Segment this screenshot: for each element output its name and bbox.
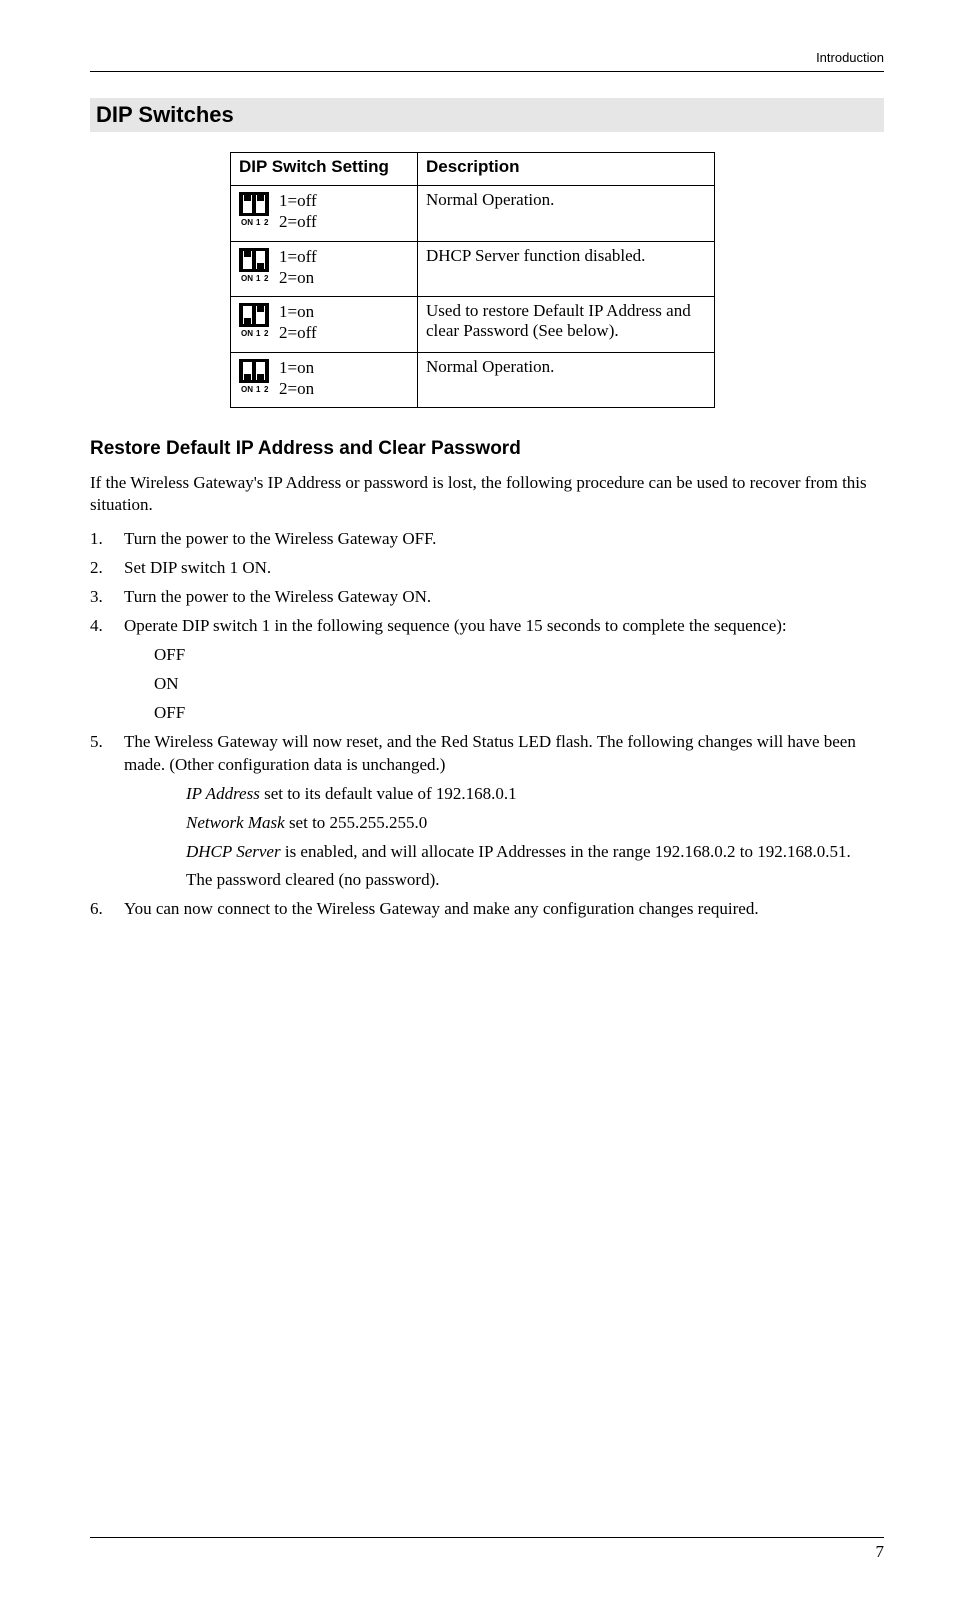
list-item: 2.Set DIP switch 1 ON. — [90, 557, 884, 580]
svg-text:2: 2 — [264, 385, 269, 393]
sub-heading: Restore Default IP Address and Clear Pas… — [90, 438, 884, 460]
setting-cell: ON 1 2 1=off 2=on — [231, 241, 418, 297]
dip-switch-icon: ON 1 2 — [239, 248, 269, 282]
setting-cell: ON 1 2 1=off 2=off — [231, 186, 418, 242]
list-item: 4.Operate DIP switch 1 in the following … — [90, 615, 884, 638]
step-text: Set DIP switch 1 ON. — [124, 557, 271, 580]
step-text: Operate DIP switch 1 in the following se… — [124, 615, 787, 638]
page-number: 7 — [90, 1542, 884, 1562]
header-rule — [90, 71, 884, 72]
svg-text:1: 1 — [256, 329, 261, 337]
steps-list: 1.Turn the power to the Wireless Gateway… — [90, 528, 884, 638]
svg-text:1: 1 — [256, 274, 261, 282]
header-chapter: Introduction — [90, 50, 884, 65]
step4-sub: OFF — [154, 702, 884, 725]
svg-text:ON: ON — [241, 385, 253, 393]
step-text: Turn the power to the Wireless Gateway O… — [124, 528, 436, 551]
footer-rule — [90, 1537, 884, 1538]
list-item: 5.The Wireless Gateway will now reset, a… — [90, 731, 884, 777]
switch-text: 1=off 2=off — [279, 190, 317, 233]
intro-paragraph: If the Wireless Gateway's IP Address or … — [90, 472, 884, 516]
desc-cell: Normal Operation. — [418, 352, 715, 408]
dip-switch-icon: ON 1 2 — [239, 192, 269, 226]
step-text: You can now connect to the Wireless Gate… — [124, 898, 759, 921]
svg-text:2: 2 — [264, 274, 269, 282]
step5-sub: Network Mask set to 255.255.255.0 — [186, 812, 884, 835]
step5-sub: DHCP Server is enabled, and will allocat… — [186, 841, 884, 864]
step-text: Turn the power to the Wireless Gateway O… — [124, 586, 431, 609]
setting-cell: ON 1 2 1=on 2=off — [231, 297, 418, 353]
svg-text:2: 2 — [264, 329, 269, 337]
col-desc-header: Description — [418, 153, 715, 186]
table-row: ON 1 2 1=off 2=off Normal Operation. — [231, 186, 715, 242]
svg-text:1: 1 — [256, 218, 261, 226]
svg-text:2: 2 — [264, 218, 269, 226]
switch-text: 1=on 2=on — [279, 357, 314, 400]
section-heading: DIP Switches — [90, 98, 884, 132]
list-item: 3.Turn the power to the Wireless Gateway… — [90, 586, 884, 609]
dip-switch-icon: ON 1 2 — [239, 303, 269, 337]
footer: 7 — [90, 1537, 884, 1562]
dip-switch-icon: ON 1 2 — [239, 359, 269, 393]
table-row: ON 1 2 1=on 2=off Used to restore Defaul… — [231, 297, 715, 353]
steps-list-cont: 5.The Wireless Gateway will now reset, a… — [90, 731, 884, 777]
list-item: 1.Turn the power to the Wireless Gateway… — [90, 528, 884, 551]
step5-sub: IP Address set to its default value of 1… — [186, 783, 884, 806]
table-header-row: DIP Switch Setting Description — [231, 153, 715, 186]
col-setting-header: DIP Switch Setting — [231, 153, 418, 186]
desc-cell: Normal Operation. — [418, 186, 715, 242]
setting-cell: ON 1 2 1=on 2=on — [231, 352, 418, 408]
svg-text:ON: ON — [241, 218, 253, 226]
list-item: 6.You can now connect to the Wireless Ga… — [90, 898, 884, 921]
step4-sub: ON — [154, 673, 884, 696]
desc-cell: DHCP Server function disabled. — [418, 241, 715, 297]
step-text: The Wireless Gateway will now reset, and… — [124, 731, 884, 777]
svg-text:ON: ON — [241, 329, 253, 337]
step5-sub: The password cleared (no password). — [186, 869, 884, 892]
steps-list-cont2: 6.You can now connect to the Wireless Ga… — [90, 898, 884, 921]
svg-text:1: 1 — [256, 385, 261, 393]
desc-cell: Used to restore Default IP Address and c… — [418, 297, 715, 353]
table-row: ON 1 2 1=on 2=on Normal Operation. — [231, 352, 715, 408]
step4-sub: OFF — [154, 644, 884, 667]
svg-text:ON: ON — [241, 274, 253, 282]
dip-switch-table: DIP Switch Setting Description ON 1 2 1=… — [230, 152, 715, 408]
table-row: ON 1 2 1=off 2=on DHCP Server function d… — [231, 241, 715, 297]
switch-text: 1=off 2=on — [279, 246, 317, 289]
switch-text: 1=on 2=off — [279, 301, 317, 344]
